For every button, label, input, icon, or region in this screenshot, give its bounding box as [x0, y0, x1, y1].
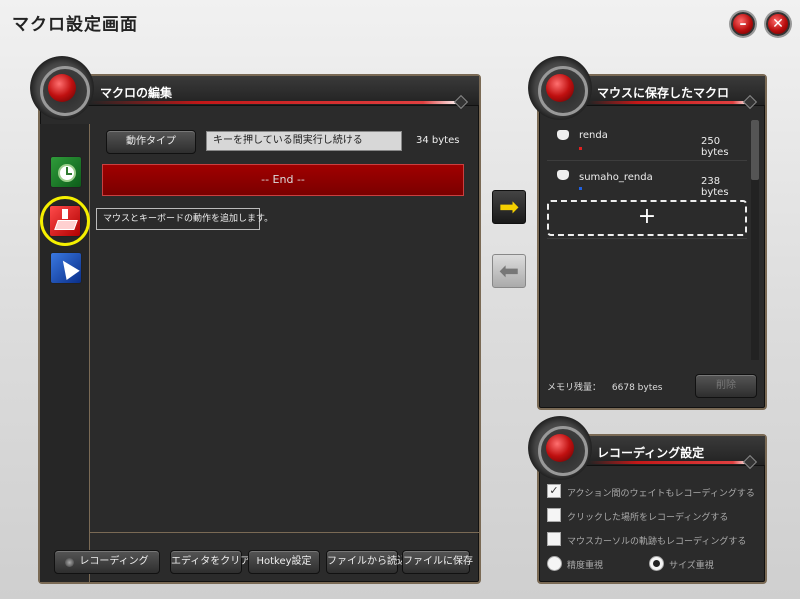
close-button[interactable]: ✕ [766, 12, 790, 36]
size-priority-radio[interactable] [649, 556, 664, 571]
recording-settings-title: レコーディング設定 [597, 446, 705, 460]
macro-list-scrollbar[interactable] [751, 120, 759, 360]
macro-size: 250 bytes [701, 136, 729, 158]
hotkey-settings-button[interactable]: Hotkey設定 [248, 550, 320, 574]
load-file-button[interactable]: ファイルから読込 [326, 550, 407, 574]
list-divider [547, 238, 747, 239]
mouse-icon [557, 170, 569, 180]
mouse-header-divider [589, 101, 749, 104]
macro-name: renda [579, 130, 608, 141]
plus-icon: + [637, 204, 657, 229]
clear-editor-button[interactable]: エディタをクリア [170, 550, 250, 574]
macro-color-dot [579, 147, 582, 150]
mouse-icon [557, 130, 569, 140]
tooltip: マウスとキーボードの動作を追加します。 [96, 208, 273, 230]
cursor-trail-label: マウスカーソルの軌跡もレコーディングする [567, 537, 747, 547]
editor-bottom-divider [90, 532, 479, 533]
load-to-editor-button[interactable]: ⬅ [492, 254, 526, 288]
click-position-label: クリックした場所をレコーディングする [567, 513, 729, 523]
mouse-macros-panel: マウスに保存したマクロ renda 250 bytes sumaho_renda… [537, 74, 767, 410]
mouse-macros-emblem-icon [528, 56, 592, 120]
macro-editor-title: マクロの編集 [100, 86, 173, 100]
check-icon: ✓ [549, 484, 559, 497]
cursor-trail-checkbox[interactable] [547, 532, 561, 546]
macro-end-row[interactable]: -- End -- [102, 164, 464, 196]
delete-button[interactable]: 削除 [695, 374, 757, 398]
macro-editor-panel: マクロの編集 マウスとキーボードの動作を追加します。 動作タイプ キーを押してい… [38, 74, 481, 584]
mouse-macros-title: マウスに保存したマクロ [597, 86, 730, 100]
wait-recording-checkbox[interactable]: ✓ [547, 484, 561, 498]
macro-color-dot [579, 187, 582, 190]
arrow-right-icon: ➡ [498, 193, 520, 221]
header-divider [90, 101, 460, 104]
macro-list-scrollbar-thumb[interactable] [751, 120, 759, 180]
recording-button[interactable]: レコーディング [54, 550, 160, 574]
save-to-mouse-button[interactable]: ➡ [492, 190, 526, 224]
minimize-button[interactable]: – [731, 12, 755, 36]
size-priority-label: サイズ重視 [669, 561, 714, 571]
record-led-icon [65, 558, 74, 567]
macro-name: sumaho_renda [579, 172, 653, 183]
memory-label: メモリ残量： [547, 383, 602, 393]
minimize-icon: – [739, 16, 747, 32]
wait-recording-label: アクション間のウェイトもレコーディングする [567, 489, 755, 499]
macro-size: 238 bytes [701, 176, 729, 198]
keyboard-action-icon[interactable] [49, 205, 81, 237]
arrow-left-icon: ⬅ [498, 257, 520, 285]
mouse-cursor-icon[interactable] [50, 252, 82, 284]
editor-sidebar [40, 124, 90, 582]
save-file-button[interactable]: ファイルに保存 [402, 550, 473, 574]
close-icon: ✕ [772, 16, 784, 32]
action-type-field[interactable]: キーを押している間実行し続ける [206, 131, 402, 151]
click-position-checkbox[interactable] [547, 508, 561, 522]
clock-delay-icon[interactable] [50, 156, 82, 188]
window-title: マクロ設定画面 [12, 15, 138, 35]
memory-remaining: メモリ残量： 6678 bytes [547, 380, 662, 393]
list-divider [547, 160, 747, 161]
precision-radio[interactable] [547, 556, 562, 571]
recording-settings-emblem-icon [528, 416, 592, 480]
list-item[interactable]: renda 250 bytes [543, 122, 749, 158]
add-macro-slot[interactable]: + [547, 200, 747, 236]
precision-label: 精度重視 [567, 561, 604, 571]
recording-button-label: レコーディング [79, 556, 149, 567]
editor-emblem-icon [30, 56, 94, 120]
macro-size: 34 bytes [416, 135, 460, 146]
list-item[interactable]: sumaho_renda 238 bytes [543, 164, 749, 198]
memory-value: 6678 bytes [611, 383, 663, 393]
action-type-button[interactable]: 動作タイプ [106, 130, 196, 154]
recording-header-divider [589, 461, 749, 464]
